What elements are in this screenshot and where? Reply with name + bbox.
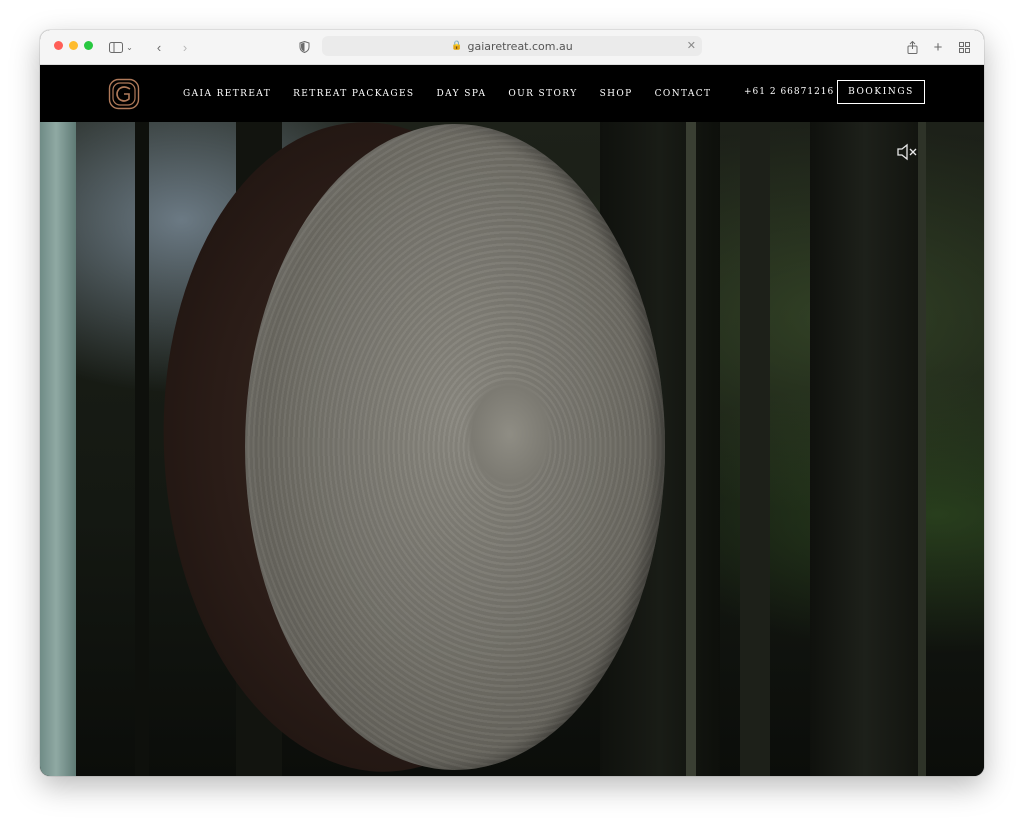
hanging-cloth — [40, 122, 76, 776]
nav-contact[interactable]: CONTACT — [655, 89, 712, 99]
tree-trunk — [918, 122, 926, 776]
address-bar[interactable]: 🔒 gaiaretreat.com.au ✕ — [322, 36, 702, 56]
gaia-logo-icon[interactable] — [108, 78, 140, 110]
new-tab-icon[interactable]: + — [930, 38, 946, 56]
phone-number[interactable]: +61 2 66871216 — [744, 87, 834, 97]
bookings-button[interactable]: BOOKINGS — [837, 80, 925, 104]
browser-toolbar: ⌄ ‹ › 🔒 gaiaretreat.com.au ✕ + — [40, 30, 984, 65]
privacy-shield-icon[interactable] — [296, 38, 312, 56]
nav-shop[interactable]: SHOP — [600, 89, 633, 99]
nav-gaia-retreat[interactable]: GAIA RETREAT — [183, 89, 271, 99]
nav-day-spa[interactable]: DAY SPA — [437, 89, 487, 99]
sidebar-toggle-icon[interactable]: ⌄ — [108, 38, 134, 56]
nav-retreat-packages[interactable]: RETREAT PACKAGES — [293, 89, 414, 99]
tree-trunk — [686, 122, 696, 776]
tree-trunk — [135, 122, 149, 776]
site-header: GAIA RETREAT RETREAT PACKAGES DAY SPA OU… — [40, 65, 984, 122]
window-controls — [54, 41, 93, 50]
gong-icon — [245, 124, 665, 770]
main-nav: GAIA RETREAT RETREAT PACKAGES DAY SPA OU… — [183, 65, 733, 122]
forward-icon[interactable]: › — [178, 38, 192, 56]
tree-trunk — [810, 122, 920, 776]
url-text: gaiaretreat.com.au — [467, 39, 573, 53]
speaker-muted-icon[interactable] — [896, 142, 918, 162]
hero-video — [40, 122, 984, 776]
back-icon[interactable]: ‹ — [152, 38, 166, 56]
minimize-window-button[interactable] — [69, 41, 78, 50]
share-icon[interactable] — [904, 38, 920, 56]
tab-overview-icon[interactable] — [956, 38, 972, 56]
nav-our-story[interactable]: OUR STORY — [508, 89, 577, 99]
lock-icon: 🔒 — [451, 41, 463, 51]
zoom-window-button[interactable] — [84, 41, 93, 50]
clear-url-icon[interactable]: ✕ — [687, 39, 696, 52]
close-window-button[interactable] — [54, 41, 63, 50]
tree-trunk — [740, 122, 770, 776]
browser-window: ⌄ ‹ › 🔒 gaiaretreat.com.au ✕ + GAIA RETR… — [40, 30, 984, 776]
